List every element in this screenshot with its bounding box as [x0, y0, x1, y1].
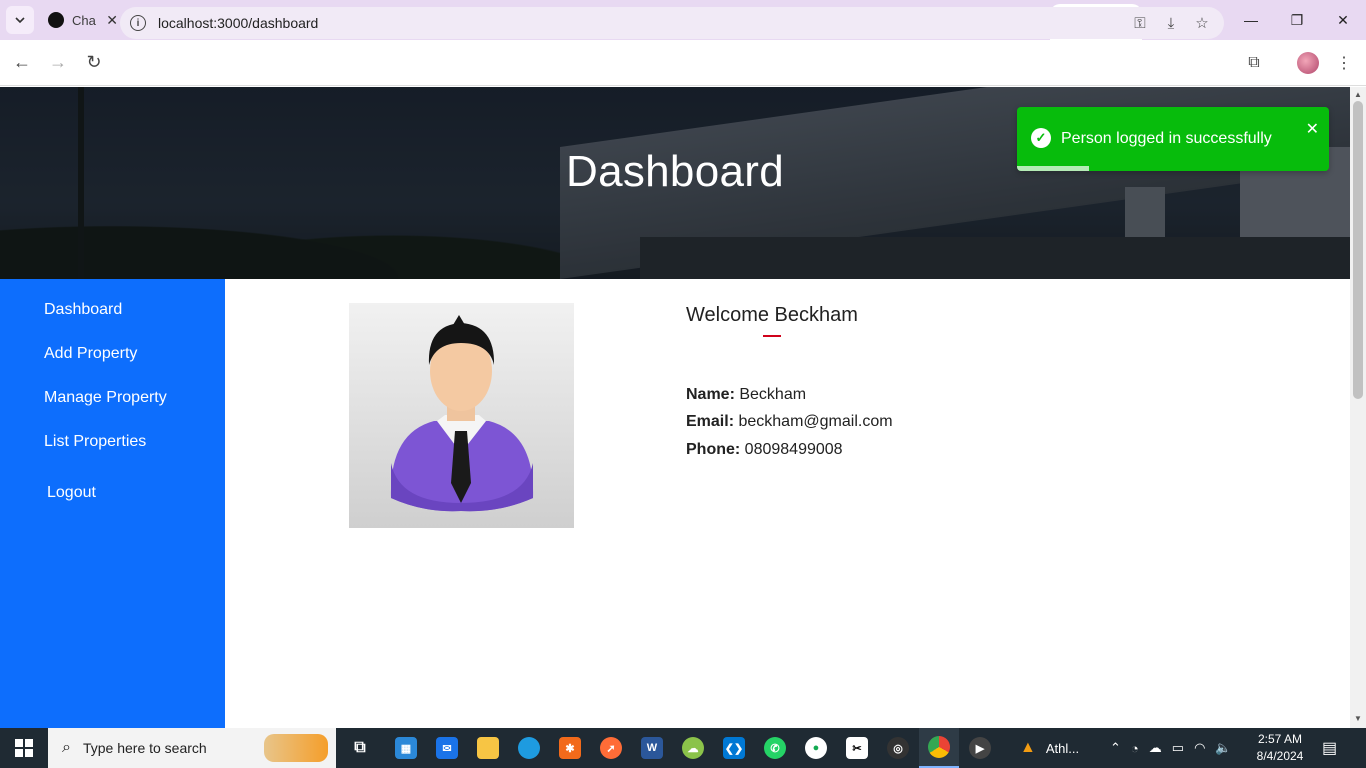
ms-store-icon[interactable]: ▦ [386, 728, 426, 768]
system-tray: ⌃ ◔ ☁ ▭ ◠ 🔈 [1110, 728, 1232, 768]
heading-underline [763, 335, 781, 337]
mongodb-compass-icon[interactable]: ● [796, 728, 836, 768]
taskbar-clock[interactable]: 2:57 AM 8/4/2024 [1254, 731, 1306, 765]
browser-tab[interactable]: Cha ✕ [38, 0, 130, 40]
capcut-icon[interactable]: ✂ [837, 728, 877, 768]
logout-button[interactable]: Logout [47, 484, 96, 502]
scroll-down-icon[interactable]: ▼ [1354, 714, 1362, 723]
name-value: Beckham [739, 386, 807, 403]
obs-icon[interactable]: ◎ [878, 728, 918, 768]
weather-label: Athl... [1045, 740, 1080, 756]
clock-date: 8/4/2024 [1256, 749, 1304, 763]
user-avatar-image [349, 303, 574, 528]
onedrive-icon[interactable]: ☁ [1149, 740, 1162, 756]
password-key-icon[interactable]: ⚿ [1126, 7, 1154, 39]
tab-close-icon[interactable]: ✕ [106, 12, 118, 29]
browser-toolbar: ← → ↻ [0, 40, 1366, 86]
back-button[interactable]: ← [4, 45, 40, 81]
battery-icon[interactable]: ▭ [1172, 740, 1184, 756]
start-button[interactable] [0, 728, 48, 768]
fire-icon: ▲ [1020, 739, 1036, 756]
search-icon: ⌕ [62, 739, 71, 756]
sidebar-item-add-property[interactable]: Add Property [44, 345, 137, 363]
task-view-icon[interactable]: ⧉ [340, 728, 380, 768]
notification-center-icon[interactable]: ▤ [1322, 728, 1337, 768]
word-icon[interactable]: W [632, 728, 672, 768]
scrollbar-thumb[interactable] [1353, 101, 1363, 399]
address-bar[interactable]: i localhost:3000/dashboard ⚿ ⤓ ☆ [120, 7, 1224, 39]
success-toast[interactable]: ✓ Person logged in successfully ✕ [1017, 107, 1329, 171]
meet-now-icon[interactable]: ◔ [1131, 741, 1139, 756]
chatgpt-icon [48, 12, 64, 28]
phone-value: 08098499008 [744, 441, 843, 458]
sidebar-item-manage-property[interactable]: Manage Property [44, 389, 167, 407]
sidebar-item-dashboard[interactable]: Dashboard [44, 301, 122, 319]
file-explorer-icon[interactable] [468, 728, 508, 768]
bookmark-star-icon[interactable]: ☆ [1188, 7, 1216, 39]
name-label: Name: [686, 386, 735, 403]
email-label: Email: [686, 413, 735, 430]
windows-logo-icon [15, 739, 33, 757]
toast-close-icon[interactable]: ✕ [1306, 119, 1319, 139]
minimize-button[interactable]: — [1228, 0, 1274, 40]
check-circle-icon: ✓ [1031, 128, 1051, 148]
scroll-up-icon[interactable]: ▲ [1354, 90, 1362, 99]
clock-time: 2:57 AM [1257, 732, 1303, 746]
site-info-icon[interactable]: i [130, 15, 146, 31]
chevron-down-icon [15, 17, 25, 24]
extensions-icon[interactable]: ⧉ [1236, 40, 1272, 86]
whatsapp-icon[interactable]: ✆ [755, 728, 795, 768]
close-window-button[interactable]: ✕ [1320, 0, 1366, 40]
restore-button[interactable]: ❐ [1274, 0, 1320, 40]
browser-menu-icon[interactable]: ⋮ [1326, 40, 1362, 86]
toast-progress-bar [1017, 166, 1089, 171]
edge-icon[interactable] [509, 728, 549, 768]
cloud-app-icon[interactable]: ☁ [673, 728, 713, 768]
tab-search-button[interactable] [6, 6, 34, 34]
sidebar: Dashboard Add Property Manage Property L… [0, 279, 225, 728]
url-text: localhost:3000/dashboard [158, 15, 319, 31]
wifi-icon[interactable]: ◠ [1194, 740, 1205, 756]
mail-icon[interactable]: ✉ [427, 728, 467, 768]
chrome-icon[interactable] [919, 728, 959, 768]
sidebar-item-list-properties[interactable]: List Properties [44, 433, 146, 451]
email-row: Email: beckham@gmail.com [686, 413, 893, 431]
vscode-icon[interactable]: ❮❯ [714, 728, 754, 768]
profile-avatar[interactable] [1290, 40, 1326, 86]
tab-title: Cha [72, 12, 96, 28]
chevron-up-icon[interactable]: ⌃ [1110, 740, 1121, 756]
email-value: beckham@gmail.com [738, 413, 893, 430]
reload-button[interactable]: ↻ [76, 45, 112, 81]
phone-label: Phone: [686, 441, 741, 458]
taskbar-search[interactable]: ⌕ Type here to search [48, 728, 336, 768]
web-page: Dashboard Dashboard Add Property Manage … [0, 87, 1350, 728]
forward-button[interactable]: → [40, 45, 76, 81]
phone-row: Phone: 08098499008 [686, 441, 843, 459]
toast-message: Person logged in successfully [1061, 130, 1272, 147]
weather-widget[interactable]: ▲ Athl... [1020, 728, 1079, 768]
install-app-icon[interactable]: ⤓ [1157, 7, 1185, 39]
search-placeholder: Type here to search [82, 740, 207, 756]
name-row: Name: Beckham [686, 386, 806, 404]
volume-icon[interactable]: 🔈 [1215, 740, 1231, 756]
page-scrollbar[interactable]: ▲ ▼ [1350, 87, 1366, 728]
welcome-heading: Welcome Beckham [686, 304, 858, 326]
postman-icon[interactable]: ➚ [591, 728, 631, 768]
xampp-icon[interactable]: ✱ [550, 728, 590, 768]
media-player-icon[interactable]: ▶ [960, 728, 1000, 768]
search-highlight-icon [264, 734, 328, 762]
